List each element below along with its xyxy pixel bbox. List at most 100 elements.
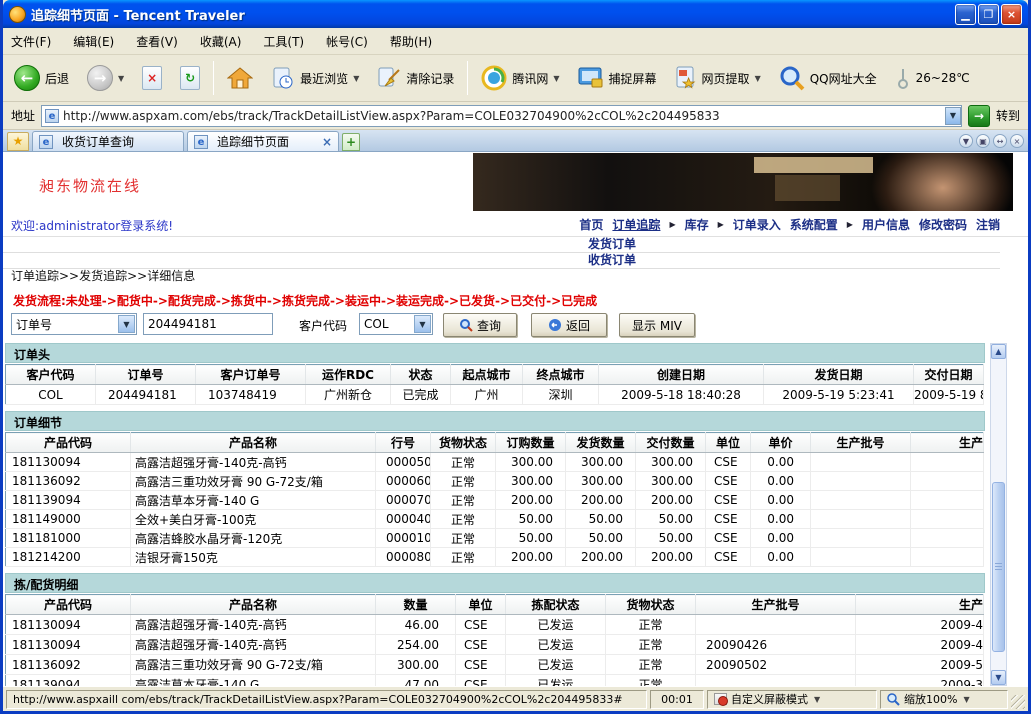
address-field: e ▼ — [41, 105, 962, 127]
tab-inactive[interactable]: e收货订单查询 — [32, 131, 184, 151]
clear-history-button[interactable]: 清除记录 — [372, 63, 459, 93]
customer-code-select[interactable]: COL ▼ — [359, 313, 433, 335]
minimize-button[interactable]: ▁ — [955, 4, 976, 25]
section-title-order-header: 订单头 — [5, 343, 985, 363]
forward-button[interactable]: → ▼ — [82, 62, 129, 94]
home-button[interactable] — [222, 63, 258, 93]
menu-item[interactable]: 编辑(E) — [73, 33, 114, 50]
block-mode-icon — [714, 693, 727, 705]
menu-item[interactable]: 文件(F) — [11, 33, 51, 50]
new-tab-button[interactable]: + — [342, 133, 360, 151]
close-tab-icon[interactable]: × — [1010, 134, 1024, 148]
menu-item[interactable]: 帐号(C) — [326, 33, 368, 50]
resize-grip[interactable] — [1011, 695, 1025, 709]
extract-dropdown-icon[interactable]: ▼ — [755, 74, 761, 83]
extract-button[interactable]: 网页提取 ▼ — [670, 63, 766, 93]
search-button[interactable]: 查询 — [443, 313, 517, 337]
table-row[interactable]: 181130094高露洁超强牙膏-140克-高钙254.00CSE已发运正常20… — [6, 635, 984, 655]
capture-screen-button[interactable]: 捕捉屏幕 — [573, 63, 662, 93]
tencent-dropdown-icon[interactable]: ▼ — [553, 74, 559, 83]
table-row[interactable]: 181136092高露洁三重功效牙膏 90 G-72支/箱300.00CSE已发… — [6, 655, 984, 675]
table-cell: 正常 — [606, 635, 696, 655]
content-scrollbar[interactable]: ▲ ▼ — [990, 343, 1007, 686]
table-cell: 000050 — [376, 453, 431, 472]
table-cell: 已发运 — [506, 615, 606, 635]
order-type-select[interactable]: 订单号 ▼ — [11, 313, 137, 335]
nav-item[interactable]: 首页 — [579, 216, 603, 233]
column-header: 货物状态 — [431, 433, 496, 453]
weather-widget[interactable]: 26~28℃ — [890, 64, 975, 92]
refresh-button[interactable]: ↻ — [175, 63, 205, 93]
menu-item[interactable]: 帮助(H) — [390, 33, 432, 50]
table-cell: 50.00 — [496, 510, 566, 529]
arrange-tabs-icon[interactable]: ↔ — [993, 134, 1007, 148]
address-input[interactable] — [63, 109, 945, 123]
table-row[interactable]: 181139094高露洁草本牙膏-140 G000070正常200.00200.… — [6, 491, 984, 510]
nav-item[interactable]: 注销 — [976, 216, 1000, 233]
page-icon: e — [45, 109, 59, 123]
chevron-down-icon[interactable]: ▼ — [814, 695, 820, 704]
qq-sites-button[interactable]: QQ网址大全 — [774, 62, 882, 94]
order-number-input[interactable] — [143, 313, 273, 335]
chevron-down-icon[interactable]: ▼ — [959, 134, 973, 148]
search-form: 订单号 ▼ 客户代码 COL ▼ 查询 返回 显示 — [3, 313, 1028, 341]
return-button[interactable]: 返回 — [531, 313, 607, 337]
nav-item[interactable]: 订单录入 — [733, 216, 781, 233]
recent-dropdown-icon[interactable]: ▼ — [353, 74, 359, 83]
zoom-panel[interactable]: 缩放100% ▼ — [880, 690, 1008, 709]
go-button[interactable]: → — [968, 105, 990, 127]
thumbnail-view-icon[interactable]: ▣ — [976, 134, 990, 148]
table-row[interactable]: COL204494181103748419广州新仓已完成广州深圳2009-5-1… — [6, 385, 984, 405]
table-row[interactable]: 181214200洁银牙膏150克000080正常200.00200.00200… — [6, 548, 984, 567]
scroll-up-icon[interactable]: ▲ — [991, 344, 1006, 359]
table-cell: 200.00 — [636, 548, 706, 567]
forward-dropdown-icon[interactable]: ▼ — [118, 74, 124, 83]
zoom-icon — [887, 693, 900, 706]
menu-item[interactable]: 工具(T) — [263, 33, 304, 50]
subnav-item[interactable]: 收货订单 — [588, 253, 636, 268]
chevron-down-icon[interactable]: ▼ — [963, 695, 969, 704]
table-cell — [911, 472, 984, 491]
back-button[interactable]: ← 后退 — [9, 62, 74, 94]
tencent-button[interactable]: 腾讯网 ▼ — [476, 62, 564, 94]
scrollbar-thumb[interactable] — [992, 482, 1005, 652]
table-cell: 已发运 — [506, 635, 606, 655]
table-cell: 181149000 — [6, 510, 131, 529]
stop-button[interactable]: × — [137, 63, 167, 93]
menu-bar: 文件(F) 编辑(E) 查看(V) 收藏(A) 工具(T) 帐号(C) 帮助(H) — [3, 28, 1028, 55]
table-row[interactable]: 181149000全效+美白牙膏-100克000040正常50.0050.005… — [6, 510, 984, 529]
subnav-item[interactable]: 发货订单 — [588, 237, 636, 252]
title-bar: 追踪细节页面 - Tencent Traveler ▁ ❐ × — [3, 0, 1028, 28]
menu-item[interactable]: 收藏(A) — [200, 33, 242, 50]
zoom-label: 缩放100% — [904, 691, 957, 707]
table-cell: 2009-5 — [856, 655, 984, 675]
page-icon: e — [194, 135, 208, 149]
close-button[interactable]: × — [1001, 4, 1022, 25]
table-row[interactable]: 181130094高露洁超强牙膏-140克-高钙000050正常300.0030… — [6, 453, 984, 472]
scroll-down-icon[interactable]: ▼ — [991, 670, 1006, 685]
favorites-star-icon[interactable]: ★ — [7, 132, 29, 151]
return-label: 返回 — [566, 317, 590, 334]
nav-item[interactable]: 库存 — [685, 216, 709, 233]
close-icon[interactable]: × — [322, 135, 332, 149]
recent-button[interactable]: 最近浏览 ▼ — [266, 63, 364, 93]
block-mode-panel[interactable]: 自定义屏蔽模式 ▼ — [707, 690, 877, 709]
tables-area: 订单头 客户代码订单号客户订单号运作RDC状态起点城市终点城市创建日期发货日期交… — [5, 343, 985, 688]
nav-item[interactable]: 修改密码 — [919, 216, 967, 233]
column-header: 产品名称 — [131, 433, 376, 453]
nav-item[interactable]: 系统配置 — [790, 216, 838, 233]
show-miv-button[interactable]: 显示 MIV — [619, 313, 695, 337]
table-row[interactable]: 181181000高露洁蜂胶水晶牙膏-120克000010正常50.0050.0… — [6, 529, 984, 548]
nav-item[interactable]: 用户信息 — [862, 216, 910, 233]
nav-item[interactable]: 订单追踪 — [612, 216, 660, 233]
menu-item[interactable]: 查看(V) — [136, 33, 178, 50]
tab-active[interactable]: e追踪细节页面× — [187, 131, 339, 151]
address-dropdown-button[interactable]: ▼ — [945, 107, 961, 125]
table-cell: 洁银牙膏150克 — [131, 548, 376, 567]
column-header: 数量 — [376, 595, 456, 615]
table-row[interactable]: 181136092高露洁三重功效牙膏 90 G-72支/箱000060正常300… — [6, 472, 984, 491]
table-cell: 181136092 — [6, 655, 131, 675]
table-row[interactable]: 181130094高露洁超强牙膏-140克-高钙46.00CSE已发运正常200… — [6, 615, 984, 635]
maximize-button[interactable]: ❐ — [978, 4, 999, 25]
table-cell: 全效+美白牙膏-100克 — [131, 510, 376, 529]
